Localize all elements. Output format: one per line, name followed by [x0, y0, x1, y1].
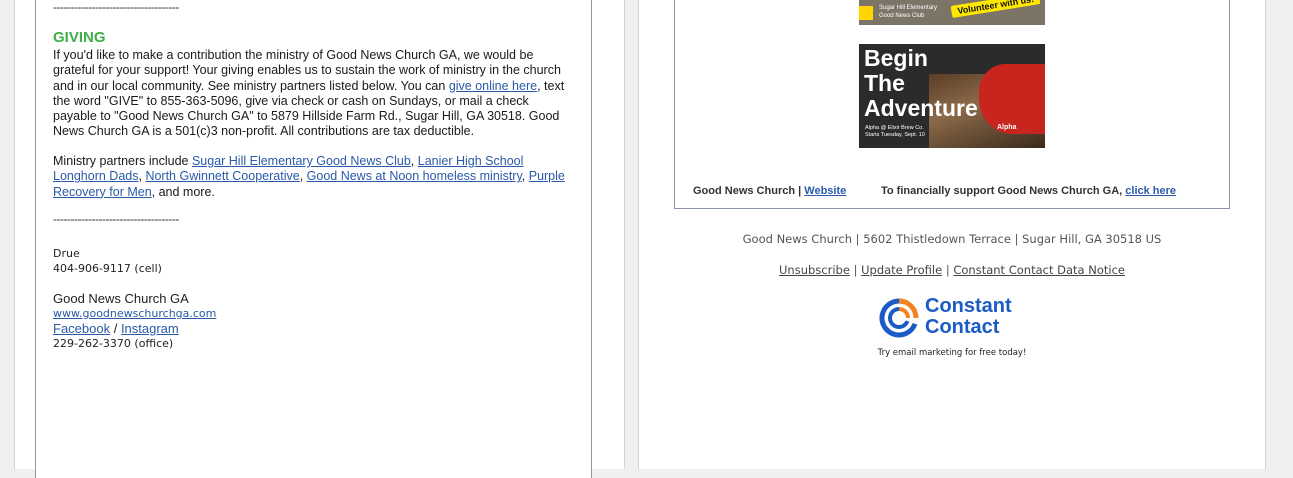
website-link[interactable]: Website [804, 185, 846, 197]
volunteer-callout: Volunteer with us! [950, 0, 1041, 18]
partner-link-north-gwinnett[interactable]: North Gwinnett Cooperative [145, 169, 299, 183]
signature-office: 229-262-3370 (office) [53, 337, 174, 350]
divider-bottom: ------------------------------------ [53, 212, 179, 226]
link-separator: | [849, 263, 862, 277]
card-footer-left: Good News Church | Website [693, 185, 846, 197]
separator: , [410, 154, 418, 168]
begin-the-adventure-image[interactable]: Begin The Adventure Alpha @ Elixir Brew … [859, 44, 1045, 148]
facebook-link[interactable]: Facebook [53, 321, 110, 336]
constant-contact-wordmark: Constant Contact [925, 296, 1012, 338]
partner-link-good-news-club[interactable]: Sugar Hill Elementary Good News Club [192, 154, 411, 168]
headline-line-1: Begin [864, 45, 928, 71]
right-email-card: Sugar Hill Elementary Good News Club Vol… [674, 0, 1230, 209]
giving-heading: GIVING [53, 29, 106, 46]
alpha-logo: Alpha [997, 124, 1017, 131]
signature-website-link[interactable]: www.goodnewschurchga.com [53, 307, 216, 320]
constant-contact-logo[interactable]: Constant Contact [879, 296, 1039, 342]
adventure-headline: Begin The Adventure [864, 46, 978, 121]
club-badge-icon [859, 6, 873, 20]
wordmark-line-1: Constant [925, 295, 1012, 317]
signature-cell: 404-906-9117 (cell) [53, 262, 162, 275]
constant-contact-mark-icon [879, 298, 919, 338]
wordmark-line-2: Contact [925, 316, 1000, 338]
banner-line-1: Sugar Hill Elementary [879, 5, 938, 11]
separator: , [521, 169, 529, 184]
separator: , [299, 169, 307, 184]
give-online-link[interactable]: give online here [449, 79, 537, 93]
constant-contact-tagline[interactable]: Try email marketing for free today! [674, 348, 1230, 358]
details-line-2: Starts Tuesday, Sept. 10 [865, 132, 925, 138]
divider-top: ------------------------------------ [53, 0, 179, 14]
card-footer-right: To financially support Good News Church … [881, 185, 1176, 197]
partners-outro: , and more. [151, 184, 215, 199]
update-profile-link[interactable]: Update Profile [861, 263, 942, 277]
details-line-1: Alpha @ Elixir Brew Co. [865, 125, 924, 131]
instagram-link[interactable]: Instagram [121, 321, 179, 336]
footer-support-text: To financially support Good News Church … [881, 185, 1126, 197]
partners-intro: Ministry partners include [53, 154, 192, 168]
partner-link-good-news-at-noon[interactable]: Good News at Noon homeless ministry [307, 169, 522, 183]
footer-address: Good News Church | 5602 Thistledown Terr… [742, 232, 1162, 246]
banner-line-2: Good News Club [879, 13, 925, 19]
footer-org-text: Good News Church | [693, 185, 805, 197]
signature-name: Drue [53, 247, 80, 260]
adventure-details: Alpha @ Elixir Brew Co. Starts Tuesday, … [865, 125, 925, 139]
giving-paragraph: If you'd like to make a contribution the… [53, 48, 573, 140]
footer-links: Unsubscribe | Update Profile | Constant … [674, 263, 1230, 277]
left-email-card: ------------------------------------ GIV… [35, 0, 592, 478]
headline-line-3: Adventure [864, 95, 978, 121]
data-notice-link[interactable]: Constant Contact Data Notice [953, 263, 1125, 277]
click-here-link[interactable]: click here [1125, 185, 1176, 197]
signature-org: Good News Church GA [53, 291, 189, 306]
signature-block: Drue 404-906-9117 (cell) Good News Churc… [53, 246, 216, 351]
partners-paragraph: Ministry partners include Sugar Hill Ele… [53, 154, 573, 200]
headline-line-2: The [864, 70, 905, 96]
unsubscribe-link[interactable]: Unsubscribe [779, 263, 850, 277]
social-separator: / [110, 321, 121, 336]
volunteer-banner-image[interactable]: Sugar Hill Elementary Good News Club Vol… [859, 0, 1045, 25]
link-separator: | [942, 263, 954, 277]
